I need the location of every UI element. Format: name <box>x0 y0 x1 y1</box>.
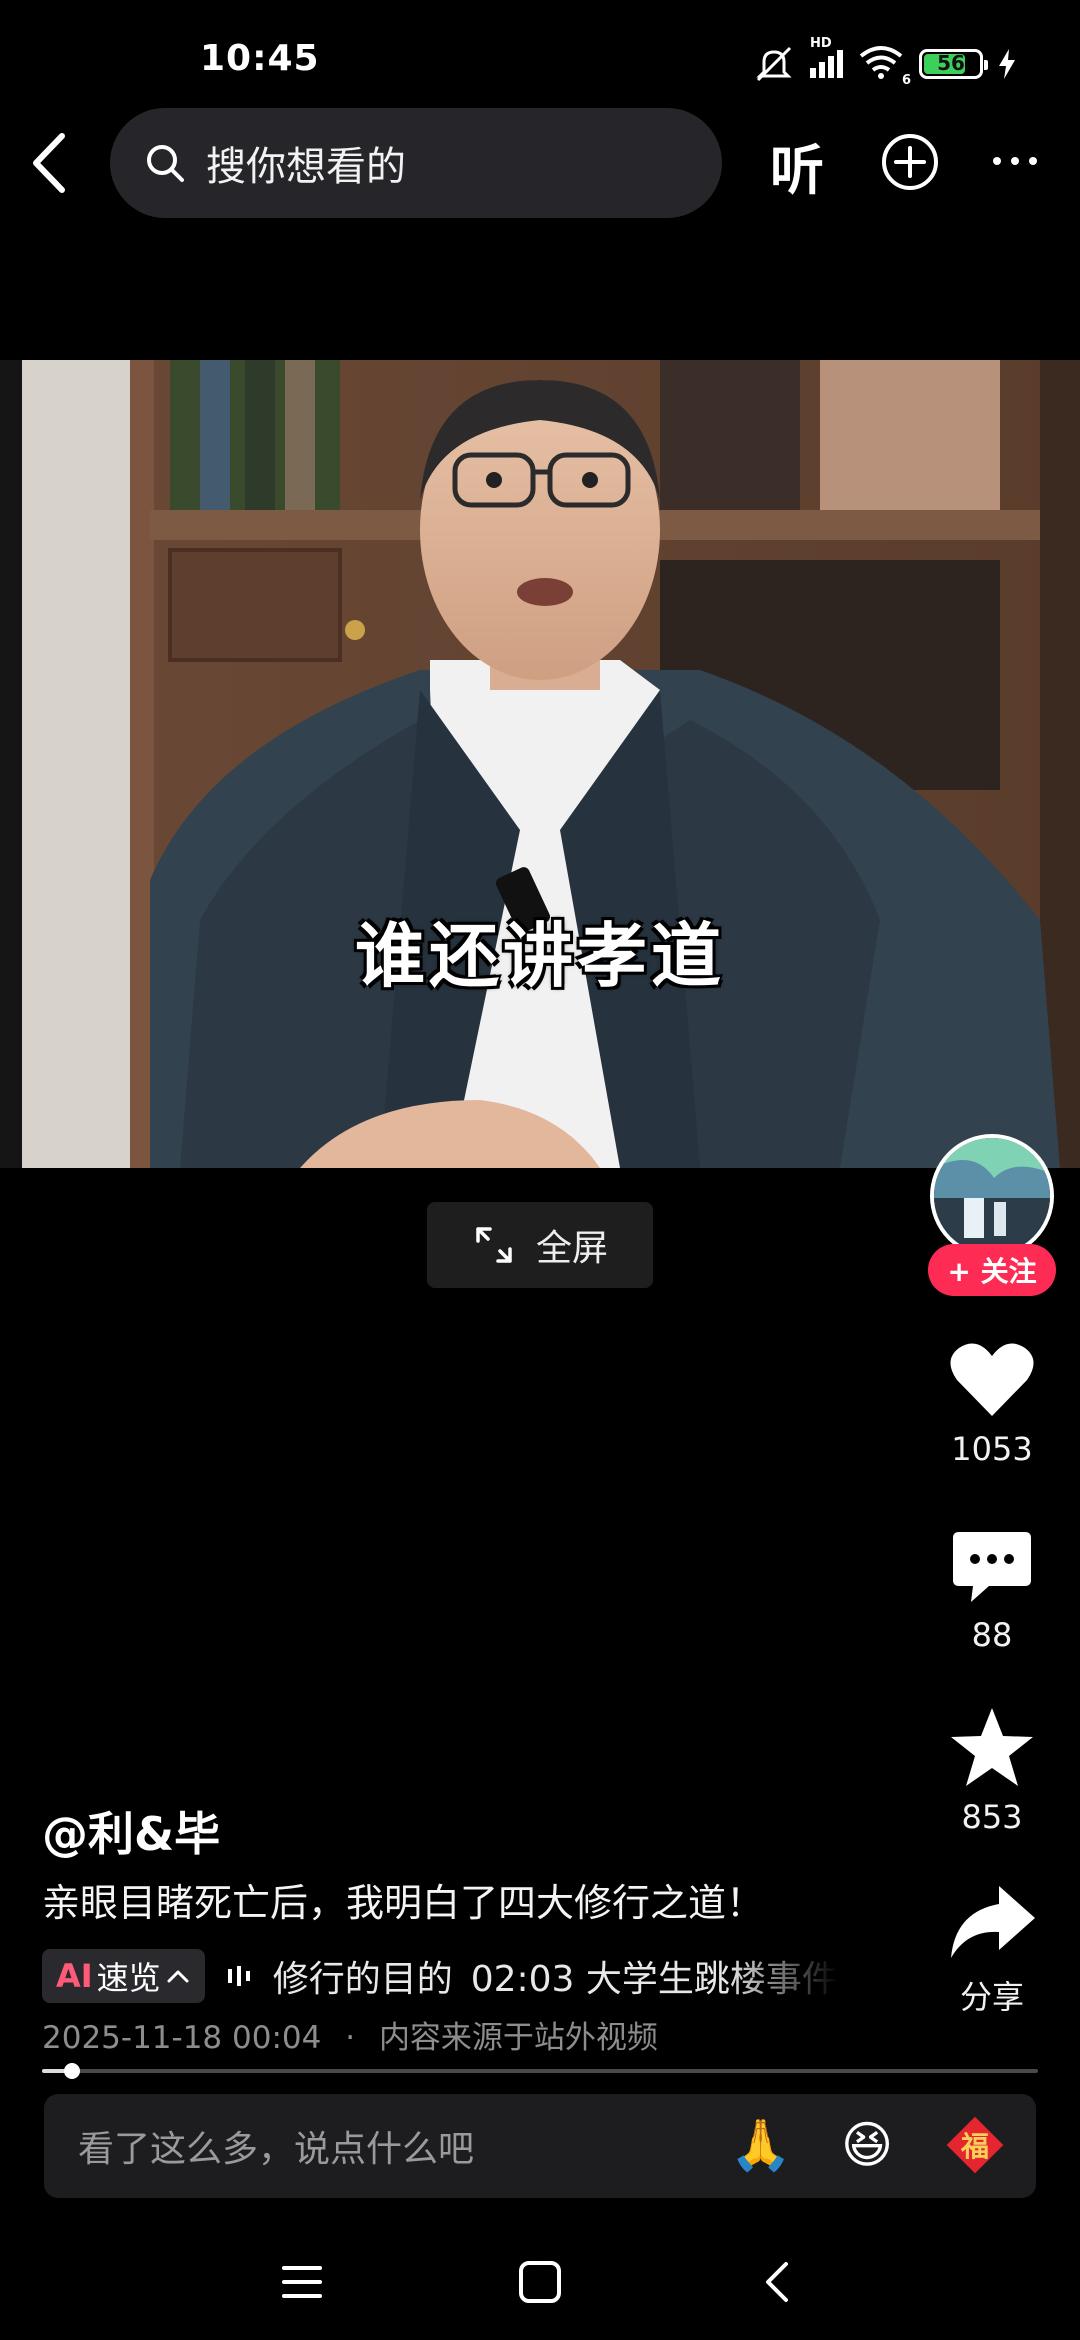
more-button[interactable] <box>990 146 1040 176</box>
battery-icon: 56 <box>919 49 988 79</box>
like-count: 1053 <box>951 1430 1033 1468</box>
fullscreen-label: 全屏 <box>535 1228 608 1269</box>
status-time: 10:45 <box>200 38 320 79</box>
avatar-image <box>934 1138 1050 1254</box>
back-nav-icon <box>766 2262 788 2302</box>
ai-chapter-1[interactable]: 修行的目的 <box>273 1950 453 2002</box>
heart-icon <box>950 1343 1034 1416</box>
ai-summary-button[interactable]: AI 速览 <box>42 1949 205 2003</box>
comment-placeholder: 看了这么多，说点什么吧 <box>78 2129 475 2170</box>
ai-badge-prefix: AI <box>56 1957 93 1995</box>
progress-track[interactable] <box>42 2069 1038 2073</box>
emoji-laugh-button[interactable]: 😆 <box>834 2112 900 2178</box>
chevron-left-icon <box>33 133 65 193</box>
favorite-button[interactable]: 853 <box>930 1706 1054 1836</box>
favorite-count: 853 <box>961 1798 1023 1836</box>
listen-button[interactable]: 听 <box>770 126 824 205</box>
wifi-label: 6 <box>901 73 911 88</box>
comment-count: 88 <box>971 1616 1013 1654</box>
video-frame-image <box>0 360 1080 1168</box>
more-icon <box>993 157 1037 165</box>
share-button[interactable]: 分享 <box>930 1882 1054 2018</box>
audio-bars-icon <box>227 1966 250 1986</box>
video-subtitle: 谁还讲孝道 <box>355 914 725 997</box>
post-caption[interactable]: 亲眼目睹死亡后，我明白了四大修行之道！ <box>42 1872 764 1927</box>
follow-button[interactable]: + 关注 <box>928 1244 1056 1296</box>
charging-icon <box>999 49 1015 79</box>
square-icon <box>519 2261 561 2303</box>
back-button[interactable] <box>22 128 78 198</box>
network-label: HD <box>810 36 832 51</box>
like-button[interactable]: 1053 <box>930 1340 1054 1468</box>
menu-nav-button[interactable] <box>274 2254 330 2310</box>
star-icon <box>951 1708 1033 1786</box>
video-player[interactable] <box>0 360 1080 1168</box>
search-placeholder: 搜你想看的 <box>206 144 406 190</box>
post-meta: 2025-11-18 00:04 · 内容来源于站外视频 <box>42 2012 658 2057</box>
post-timestamp: 2025-11-18 00:04 <box>42 2020 322 2056</box>
add-button[interactable] <box>880 132 940 192</box>
share-icon <box>951 1886 1035 1958</box>
ai-summary-row[interactable]: AI 速览 修行的目的 02:03 大学生跳楼事件 <box>42 1948 872 2004</box>
back-nav-button[interactable] <box>750 2254 806 2310</box>
source-note: 内容来源于站外视频 <box>378 2020 658 2056</box>
emoji-pray-button[interactable]: 🙏 <box>728 2112 794 2178</box>
share-label: 分享 <box>959 1978 1024 2016</box>
signal-icon: HD <box>810 36 843 78</box>
fu-text: 福 <box>960 2130 989 2163</box>
search-icon <box>147 145 184 182</box>
author-name[interactable]: @利&毕 <box>42 1798 220 1864</box>
author-avatar[interactable] <box>930 1134 1054 1258</box>
progress-handle[interactable] <box>63 2063 80 2079</box>
comment-icon <box>953 1532 1031 1602</box>
expand-icon <box>476 1227 512 1263</box>
fu-sticker-button[interactable]: 福 <box>942 2112 1008 2178</box>
wifi-icon: 6 <box>857 44 911 88</box>
mute-icon <box>756 46 792 82</box>
plus-circle-icon <box>882 134 938 190</box>
ai-chapter-list[interactable]: 修行的目的 02:03 大学生跳楼事件 <box>225 1950 838 2002</box>
status-icons: HD 6 56 <box>752 36 1072 88</box>
chevron-up-icon <box>167 1970 189 1983</box>
meta-separator: · <box>345 2020 356 2056</box>
ai-chapter-2[interactable]: 02:03 大学生跳楼事件 <box>471 1950 838 2002</box>
home-nav-button[interactable] <box>512 2254 568 2310</box>
comment-button[interactable]: 88 <box>930 1528 1054 1654</box>
battery-level: 56 <box>937 51 965 75</box>
fullscreen-button[interactable]: 全屏 <box>427 1202 653 1288</box>
menu-icon <box>282 2266 322 2298</box>
ai-badge-label: 速览 <box>96 1959 161 1997</box>
search-input[interactable]: 搜你想看的 <box>110 108 722 218</box>
